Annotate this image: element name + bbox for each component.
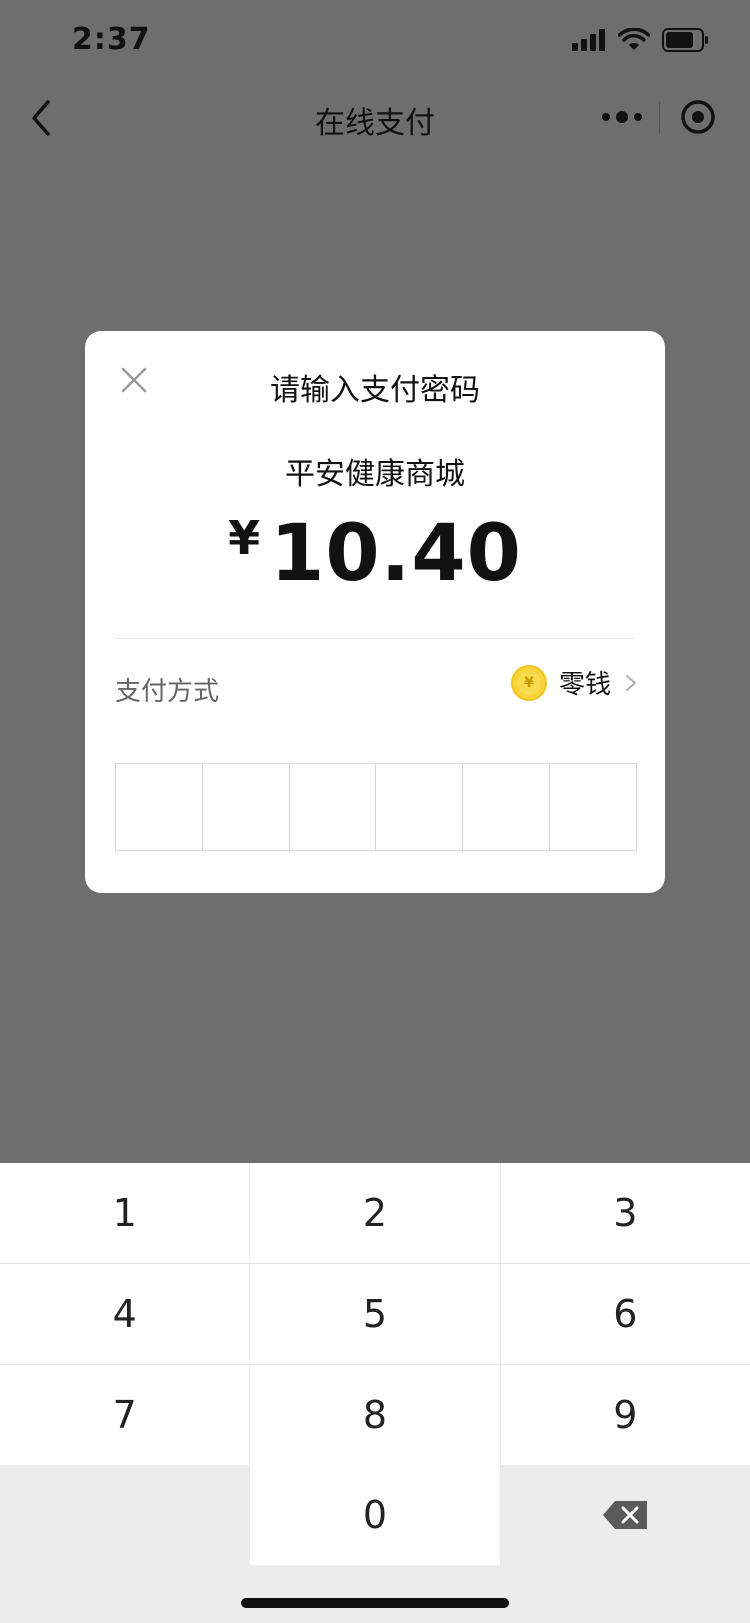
key-blank xyxy=(0,1465,250,1565)
screen: 2:37 在线支付 请输入支付密码 平安健康商城 ¥ 10.40 支付方式 ¥ … xyxy=(0,0,750,1623)
pay-method-value: 零钱 xyxy=(558,670,611,700)
numeric-keypad: 1 2 3 4 5 6 7 8 9 0 xyxy=(0,1163,750,1623)
pin-box xyxy=(203,764,290,850)
wifi-icon xyxy=(618,28,650,50)
keypad-row: 1 2 3 xyxy=(0,1163,750,1263)
dialog-title: 请输入支付密码 xyxy=(270,373,480,408)
key-2[interactable]: 2 xyxy=(249,1163,500,1263)
keypad-row: 4 5 6 xyxy=(0,1264,750,1364)
status-icons xyxy=(572,28,710,52)
signal-icon xyxy=(572,29,605,51)
key-6[interactable]: 6 xyxy=(499,1264,750,1364)
coin-icon: ¥ xyxy=(510,664,547,701)
password-input[interactable] xyxy=(115,763,637,851)
battery-icon xyxy=(662,28,708,52)
pin-box xyxy=(550,764,636,850)
pay-method-label: 支付方式 xyxy=(115,677,220,707)
key-8[interactable]: 8 xyxy=(249,1365,500,1465)
key-1[interactable]: 1 xyxy=(0,1163,250,1263)
home-indicator xyxy=(241,1598,509,1608)
key-3[interactable]: 3 xyxy=(499,1163,750,1263)
backspace-key[interactable] xyxy=(499,1465,750,1565)
merchant-name: 平安健康商城 xyxy=(285,457,465,492)
pin-box xyxy=(463,764,551,850)
status-time: 2:37 xyxy=(72,22,151,57)
pay-method-selector[interactable]: ¥ 零钱 xyxy=(510,664,639,701)
pin-box xyxy=(290,764,377,850)
status-bar: 2:37 xyxy=(0,0,750,80)
key-0[interactable]: 0 xyxy=(249,1465,500,1565)
key-7[interactable]: 7 xyxy=(0,1365,250,1465)
more-icon[interactable] xyxy=(600,102,644,132)
key-4[interactable]: 4 xyxy=(0,1264,250,1364)
keypad-row: 0 xyxy=(0,1465,750,1565)
pin-box xyxy=(116,764,203,850)
payment-amount: ¥10.40 xyxy=(85,509,665,599)
pin-box xyxy=(376,764,464,850)
key-5[interactable]: 5 xyxy=(249,1264,500,1364)
nav-divider xyxy=(659,102,660,134)
divider xyxy=(115,638,635,639)
payment-dialog: 请输入支付密码 平安健康商城 ¥10.40 支付方式 ¥ 零钱 xyxy=(85,331,665,893)
currency-symbol: ¥ xyxy=(228,511,261,565)
nav-bar: 在线支付 xyxy=(0,80,750,156)
key-9[interactable]: 9 xyxy=(499,1365,750,1465)
backspace-icon xyxy=(603,1501,648,1529)
amount-value: 10.40 xyxy=(270,509,522,599)
chevron-right-icon xyxy=(626,674,636,691)
close-miniprogram-icon[interactable] xyxy=(678,97,718,137)
keypad-row: 7 8 9 xyxy=(0,1365,750,1465)
